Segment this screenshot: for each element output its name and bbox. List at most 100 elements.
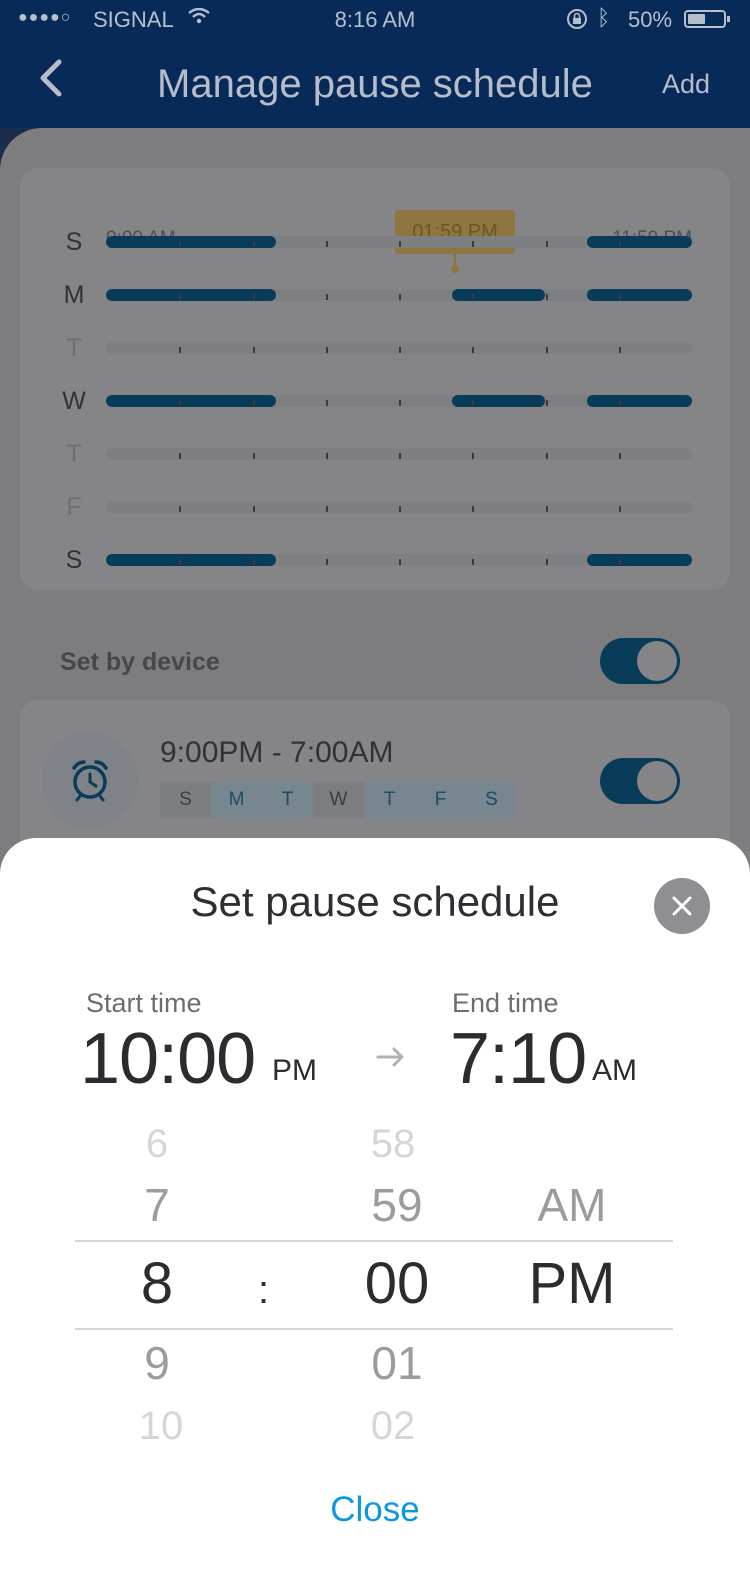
hour-option[interactable]: 6 [97,1122,217,1167]
timeline-tick [325,347,328,353]
picker-selection-top-line [75,1240,673,1242]
pause-segment [106,554,276,566]
schedule-item-toggle[interactable] [600,758,680,804]
hour-option[interactable]: 9 [97,1336,217,1390]
add-button[interactable]: Add [662,69,710,100]
pause-segment [451,395,546,407]
timeline-day-letter: W [62,387,86,415]
timeline-day-letter: S [65,546,83,574]
alarm-clock-icon [72,760,108,802]
timeline-tick [618,400,621,406]
pause-segment [451,289,546,301]
timeline-day-letter: S [65,228,83,256]
schedule-day-chip: F [415,782,466,818]
timeline-tick [472,506,475,512]
close-icon-button[interactable] [654,878,710,934]
timeline-track [106,289,692,301]
hour-option-selected[interactable]: 8 [97,1250,217,1317]
set-by-device-toggle[interactable] [600,638,680,684]
timeline-tick [179,347,182,353]
timeline-tick [618,506,621,512]
timeline-tick [399,241,401,247]
timeline-tick [618,241,621,247]
status-bar: ●●●●○ SIGNAL 8:16 AM ᛒ 50% [0,0,750,40]
timeline-tick [252,400,255,406]
timeline-tick [472,294,475,300]
timeline-tick [618,453,621,459]
timeline-tick [325,453,328,459]
timeline-day-letter: F [66,493,82,521]
close-button[interactable]: Close [0,1490,750,1530]
timeline-tick [179,559,182,565]
timeline-day-letter: M [63,281,85,309]
set-by-device-label: Set by device [60,648,220,676]
sheet-title: Set pause schedule [190,878,560,925]
timeline-tick [325,559,328,565]
timeline-tick [325,241,328,247]
bluetooth-icon: ᛒ [597,5,611,30]
hour-option[interactable]: 10 [101,1404,221,1449]
timeline-tick [545,506,548,512]
hour-option[interactable]: 7 [97,1178,217,1232]
schedule-day-chip: T [364,782,415,818]
start-time-label: Start time [86,988,202,1018]
timeline-day-row: S [20,222,730,262]
pause-segment [106,289,276,301]
alarm-avatar [42,732,138,828]
minute-option[interactable]: 01 [337,1336,457,1390]
schedule-day-chip: M [211,782,262,818]
arrow-right-icon [376,1047,404,1067]
minute-option[interactable]: 58 [333,1122,453,1167]
start-time-ampm: PM [272,1054,317,1087]
minute-option-selected[interactable]: 00 [337,1250,457,1317]
pause-segment [586,554,692,566]
timeline-day-row: F [20,487,730,527]
timeline-tick [179,241,182,247]
timeline-tick [545,294,548,300]
timeline-track [106,342,692,354]
timeline-tick [179,400,182,406]
schedule-time-range: 9:00PM - 7:00AM [160,736,394,769]
ampm-option-selected[interactable]: PM [502,1250,642,1317]
timeline-tick [179,453,182,459]
schedule-day-chip: S [466,782,517,818]
timeline-day-row: W [20,381,730,421]
minute-option[interactable]: 59 [337,1178,457,1232]
schedule-timeline-card: 0:00 AM 11:59 PM 01:59 PM SMTWTFS [20,168,730,590]
timeline-tick [399,559,401,565]
timeline-tick [399,347,401,353]
schedule-day-chip: T [262,782,313,818]
timeline-track [106,236,692,248]
timeline-tick [545,453,548,459]
schedule-day-chips: SMTWTFS [160,782,517,818]
pause-segment [106,236,276,248]
timeline-tick [325,294,328,300]
timeline-tick [252,559,255,565]
timeline-track [106,395,692,407]
timeline-tick [179,506,182,512]
picker-selection-bottom-line [75,1328,673,1330]
ampm-option[interactable]: AM [512,1178,632,1232]
minute-option[interactable]: 02 [333,1404,453,1449]
top-bar: ●●●●○ SIGNAL 8:16 AM ᛒ 50% Manage pause … [0,0,750,128]
timeline-day-row: M [20,275,730,315]
end-time-label: End time [452,988,559,1018]
end-time-value[interactable]: 7:10 [450,1018,587,1100]
timeline-day-letter: T [66,334,82,362]
picker-separator: : [258,1268,270,1312]
battery-percent: 50% [628,7,673,32]
timeline-tick [472,453,475,459]
start-time-value[interactable]: 10:00 [80,1018,256,1100]
timeline-tick [399,400,401,406]
timeline-tick [399,506,401,512]
timeline-tick [472,559,475,565]
timeline-tick [545,241,548,247]
schedule-day-chip: S [160,782,211,818]
timeline-tick [399,294,401,300]
timeline-tick [325,400,328,406]
pause-segment [106,395,276,407]
timeline-track [106,554,692,566]
timeline-tick [472,347,475,353]
end-time-ampm: AM [592,1054,637,1087]
current-time-dot [451,265,459,273]
